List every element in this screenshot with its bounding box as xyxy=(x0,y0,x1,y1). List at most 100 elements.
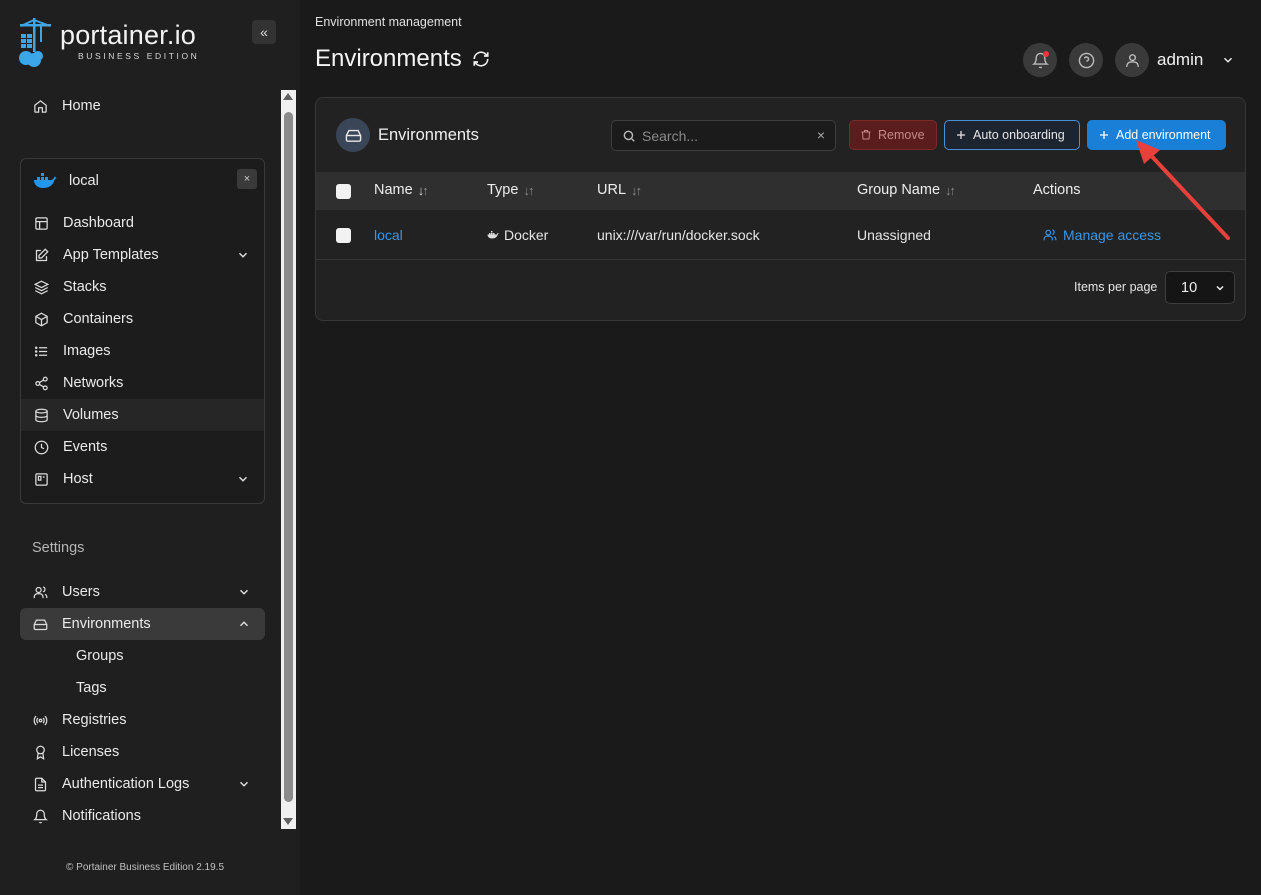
help-button[interactable] xyxy=(1069,43,1103,77)
chevron-down-icon xyxy=(238,476,248,482)
select-all-checkbox[interactable] xyxy=(336,184,351,199)
notification-badge xyxy=(1043,51,1049,57)
list-icon xyxy=(33,343,49,359)
sidebar-item-label: Containers xyxy=(63,311,134,327)
clock-icon xyxy=(33,439,49,455)
sidebar-item-label: Host xyxy=(63,471,93,487)
column-header-actions: Actions xyxy=(1033,182,1081,198)
search-icon xyxy=(623,130,635,142)
sidebar-scrollbar[interactable] xyxy=(281,90,296,829)
sort-icon: ↓↑ xyxy=(945,182,956,198)
sidebar-item-users[interactable]: Users xyxy=(20,576,265,608)
sidebar-item-label: Environments xyxy=(62,616,151,632)
sidebar-item-dashboard[interactable]: Dashboard xyxy=(21,207,264,239)
sidebar-item-host[interactable]: Host xyxy=(21,463,264,495)
sidebar-item-label: Volumes xyxy=(63,407,119,423)
sidebar-item-label: Home xyxy=(62,98,101,114)
chevron-down-icon xyxy=(1216,285,1224,291)
row-checkbox[interactable] xyxy=(336,228,351,243)
environments-card: Environments × Remove Auto onboarding Ad… xyxy=(315,97,1246,321)
sidebar: portainer.io BUSINESS EDITION « Home loc… xyxy=(0,0,300,895)
hard-drive-icon xyxy=(336,118,370,152)
sidebar-item-environments[interactable]: Environments xyxy=(20,608,265,640)
sidebar-item-tags[interactable]: Tags xyxy=(76,680,107,696)
file-text-icon xyxy=(32,776,48,792)
server-icon xyxy=(33,471,49,487)
auto-onboarding-button[interactable]: Auto onboarding xyxy=(944,120,1080,150)
items-per-page-select[interactable]: 10 xyxy=(1165,271,1235,304)
notifications-button[interactable] xyxy=(1023,43,1057,77)
sidebar-item-label: Dashboard xyxy=(63,215,134,231)
table-row: local Docker unix:///var/run/docker.sock… xyxy=(316,210,1245,260)
search-box[interactable]: × xyxy=(611,120,836,151)
bell-icon xyxy=(32,808,48,824)
refresh-icon[interactable] xyxy=(472,50,490,68)
collapse-sidebar-button[interactable]: « xyxy=(252,20,276,44)
sidebar-item-notifications[interactable]: Notifications xyxy=(20,800,265,832)
page-title-wrap: Environments xyxy=(315,45,490,73)
user-avatar[interactable] xyxy=(1115,43,1149,77)
scrollbar-thumb[interactable] xyxy=(284,112,293,802)
users-icon xyxy=(1043,229,1057,241)
items-per-page-label: Items per page xyxy=(1074,280,1158,294)
column-header-group-name[interactable]: Group Name ↓↑ xyxy=(857,182,956,198)
portainer-logo-icon xyxy=(19,18,51,67)
chevron-down-icon[interactable] xyxy=(1221,53,1235,67)
environment-name-link[interactable]: local xyxy=(374,227,403,243)
environment-url: unix:///var/run/docker.sock xyxy=(597,227,760,243)
sidebar-item-volumes[interactable]: Volumes xyxy=(21,399,264,431)
chevron-down-icon xyxy=(238,252,248,258)
version-footer: © Portainer Business Edition 2.19.5 xyxy=(66,862,225,873)
user-icon xyxy=(1125,53,1139,67)
sidebar-item-label: Registries xyxy=(62,712,127,728)
user-menu-name[interactable]: admin xyxy=(1157,50,1203,70)
radio-icon xyxy=(32,712,48,728)
layers-icon xyxy=(33,279,49,295)
close-environment-button[interactable]: × xyxy=(237,169,257,189)
column-header-name[interactable]: Name ↓↑ xyxy=(374,182,428,198)
sidebar-item-label: Notifications xyxy=(62,808,141,824)
edit-icon xyxy=(33,247,49,263)
sidebar-item-authentication-logs[interactable]: Authentication Logs xyxy=(20,768,265,800)
chevron-down-icon xyxy=(239,781,249,787)
dashboard-icon xyxy=(33,215,49,231)
sidebar-item-networks[interactable]: Networks xyxy=(21,367,264,399)
sidebar-item-images[interactable]: Images xyxy=(21,335,264,367)
sidebar-item-stacks[interactable]: Stacks xyxy=(21,271,264,303)
brand-name: portainer.io xyxy=(60,20,196,50)
environment-panel: local × Dashboard App Templates Stacks C… xyxy=(20,158,265,504)
sidebar-item-containers[interactable]: Containers xyxy=(21,303,264,335)
clear-search-button[interactable]: × xyxy=(817,127,825,143)
sidebar-item-app-templates[interactable]: App Templates xyxy=(21,239,264,271)
sidebar-item-label: Users xyxy=(62,584,100,600)
scroll-up-icon[interactable] xyxy=(283,93,293,100)
sidebar-item-label: Licenses xyxy=(62,744,120,760)
settings-section-label: Settings xyxy=(32,540,85,556)
environment-group: Unassigned xyxy=(857,227,931,243)
sidebar-item-groups[interactable]: Groups xyxy=(76,648,124,664)
card-title: Environments xyxy=(378,126,479,144)
remove-button[interactable]: Remove xyxy=(849,120,937,150)
plus-icon xyxy=(957,131,965,139)
environment-header[interactable]: local xyxy=(33,169,99,193)
hard-drive-icon xyxy=(32,616,48,632)
sidebar-item-registries[interactable]: Registries xyxy=(20,704,265,736)
sidebar-item-home[interactable]: Home xyxy=(20,90,265,122)
column-header-type[interactable]: Type ↓↑ xyxy=(487,182,534,198)
home-icon xyxy=(32,98,48,114)
auto-onboarding-label: Auto onboarding xyxy=(973,128,1065,142)
scroll-down-icon[interactable] xyxy=(283,818,293,825)
docker-icon xyxy=(34,173,57,188)
column-header-url[interactable]: URL ↓↑ xyxy=(597,182,642,198)
search-input[interactable] xyxy=(642,127,807,144)
sidebar-item-licenses[interactable]: Licenses xyxy=(20,736,265,768)
brand-logo[interactable]: portainer.io BUSINESS EDITION xyxy=(18,18,228,68)
sidebar-item-events[interactable]: Events xyxy=(21,431,264,463)
award-icon xyxy=(32,744,48,760)
environment-type: Docker xyxy=(487,227,548,243)
sidebar-item-label: Networks xyxy=(63,375,124,391)
box-icon xyxy=(33,311,49,327)
breadcrumb: Environment management xyxy=(315,15,462,29)
table-header: Name ↓↑ Type ↓↑ URL ↓↑ Group Name ↓↑ Act… xyxy=(316,172,1245,210)
docker-icon xyxy=(487,231,499,239)
